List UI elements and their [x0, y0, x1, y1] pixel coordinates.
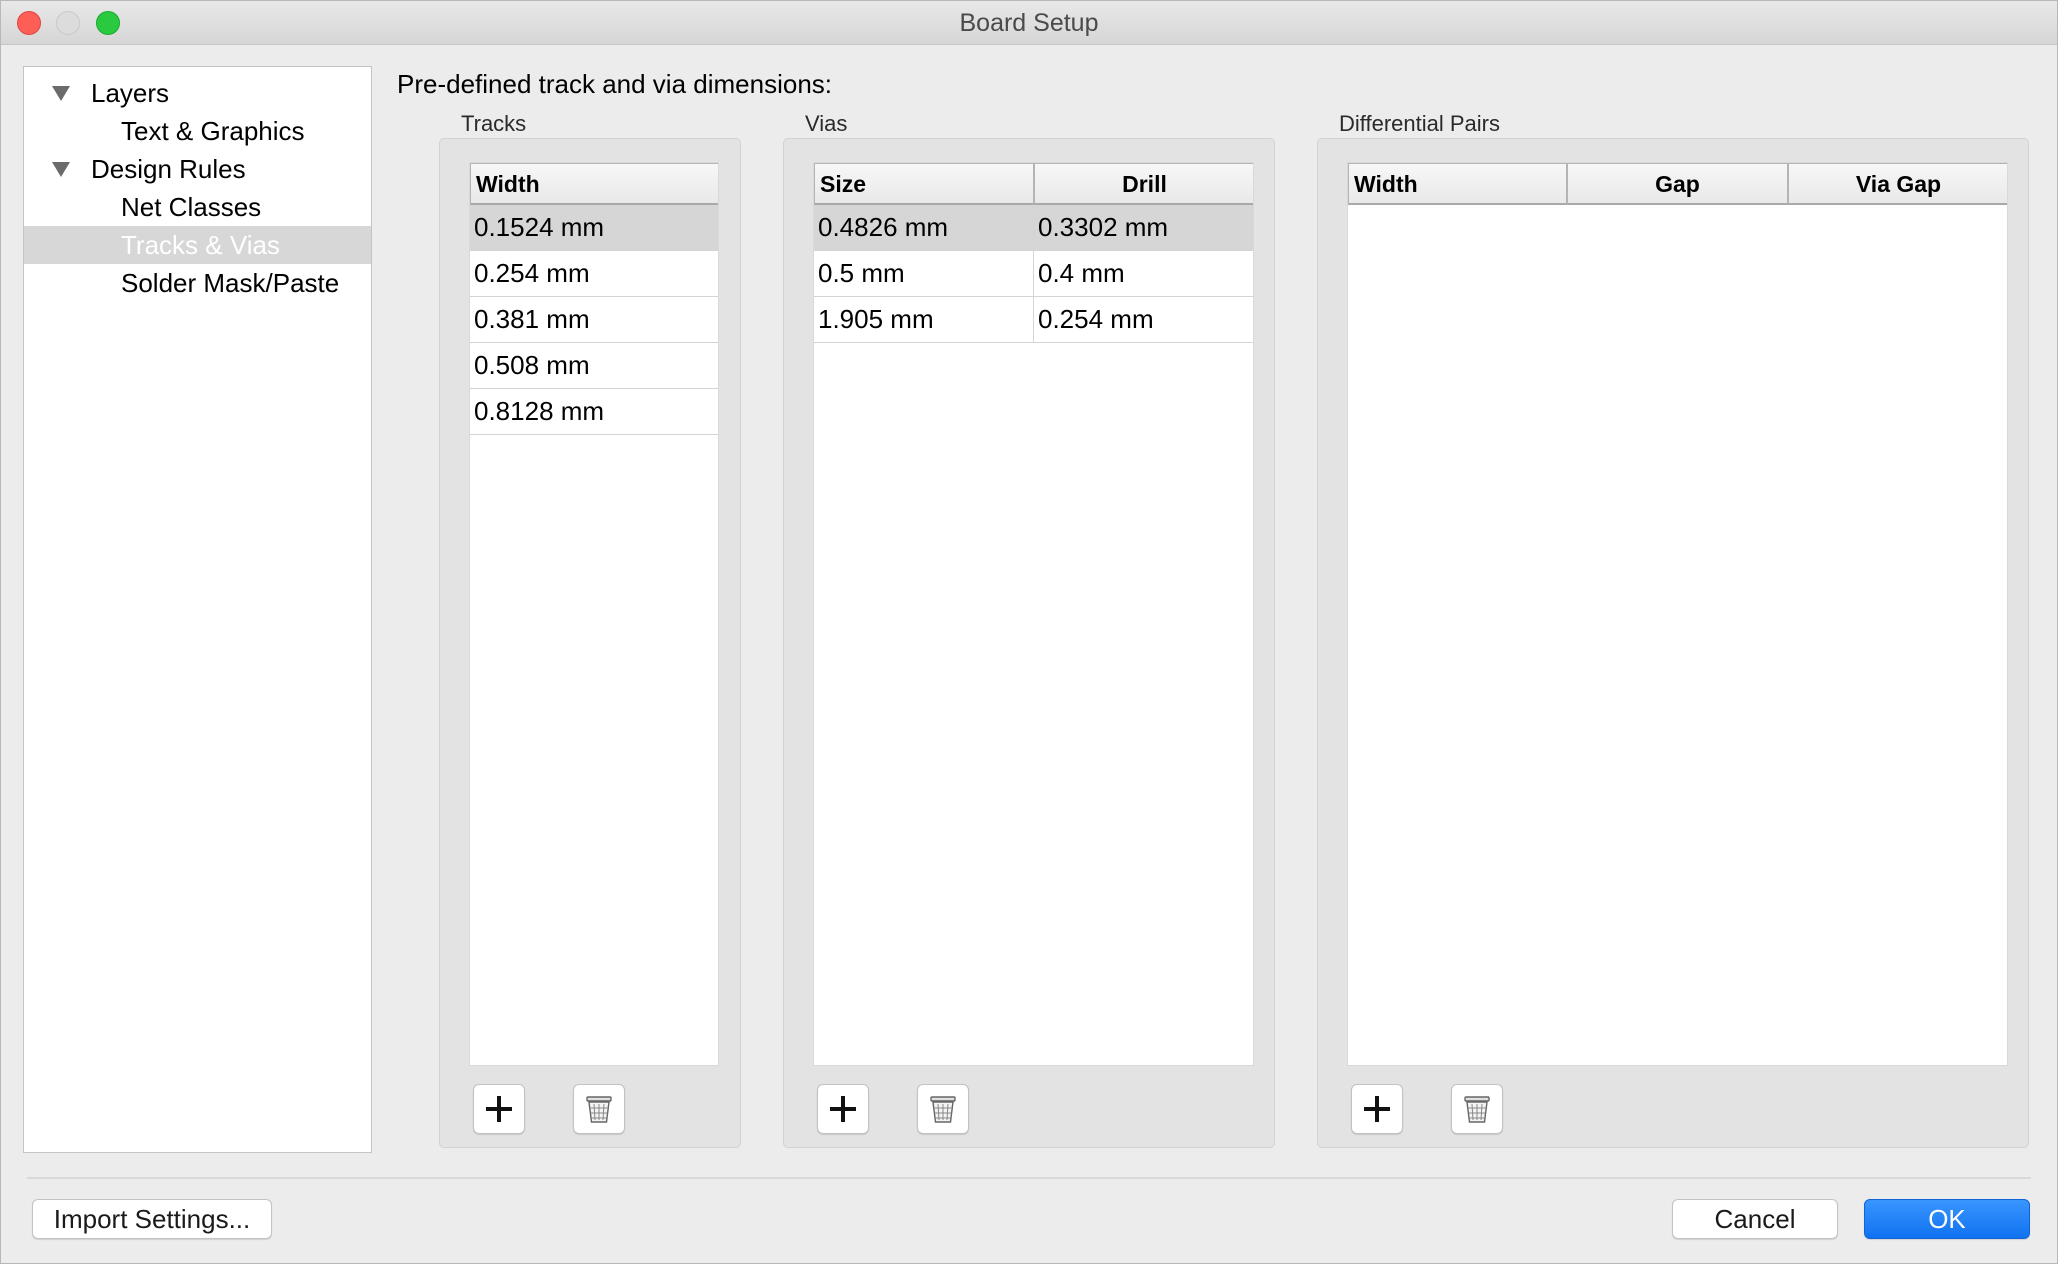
settings-tree: Layers Text & Graphics Design Rules Net … — [23, 66, 372, 1153]
trash-icon — [586, 1096, 612, 1123]
drill-cell[interactable]: 0.3302 mm — [1034, 205, 1253, 251]
size-cell[interactable]: 0.5 mm — [814, 251, 1034, 297]
vias-label: Vias — [805, 111, 848, 136]
tree-item-label: Design Rules — [91, 154, 246, 184]
width-cell[interactable]: 0.254 mm — [470, 251, 718, 297]
table-row[interactable]: 0.508 mm — [470, 343, 718, 389]
plus-icon — [1364, 1096, 1390, 1122]
drill-cell[interactable]: 0.254 mm — [1034, 297, 1253, 343]
plus-icon — [486, 1096, 512, 1122]
table-row[interactable]: 0.8128 mm — [470, 389, 718, 435]
tree-item-net-classes[interactable]: Net Classes — [24, 188, 371, 226]
drill-cell[interactable]: 0.4 mm — [1034, 251, 1253, 297]
tree-item-label: Tracks & Vias — [121, 230, 280, 260]
column-header-size[interactable]: Size — [814, 163, 1034, 205]
column-header-width[interactable]: Width — [1348, 163, 1567, 205]
vias-group: Size Drill 0.4826 mm 0.3302 mm 0.5 mm 0.… — [783, 138, 1275, 1148]
differential-pairs-grid[interactable]: Width Gap Via Gap — [1347, 162, 2008, 1066]
delete-via-button[interactable] — [917, 1084, 969, 1134]
vias-grid-header: Size Drill — [814, 163, 1253, 205]
column-header-width[interactable]: Width — [470, 163, 718, 205]
add-differential-pair-button[interactable] — [1351, 1084, 1403, 1134]
table-row[interactable]: 0.254 mm — [470, 251, 718, 297]
tracks-label: Tracks — [461, 111, 527, 136]
tree-item-text-graphics[interactable]: Text & Graphics — [24, 112, 371, 150]
size-cell[interactable]: 1.905 mm — [814, 297, 1034, 343]
import-settings-button[interactable]: Import Settings... — [32, 1199, 272, 1239]
window-title: Board Setup — [959, 9, 1099, 37]
tree-item-label: Layers — [91, 78, 170, 108]
differential-pairs-group: Width Gap Via Gap — [1317, 138, 2029, 1148]
width-cell[interactable]: 0.381 mm — [470, 297, 718, 343]
table-row[interactable]: 0.1524 mm — [470, 205, 718, 251]
tree-item-tracks-vias[interactable]: Tracks & Vias — [24, 226, 371, 264]
trash-icon — [1464, 1096, 1490, 1123]
vias-grid[interactable]: Size Drill 0.4826 mm 0.3302 mm 0.5 mm 0.… — [813, 162, 1254, 1066]
trash-icon — [930, 1096, 956, 1123]
tracks-grid-header: Width — [470, 163, 718, 205]
table-row[interactable]: 0.381 mm — [470, 297, 718, 343]
tree-item-solder-mask-paste[interactable]: Solder Mask/Paste — [24, 264, 371, 302]
title-bar: Board Setup — [1, 1, 2057, 45]
width-cell[interactable]: 0.8128 mm — [470, 389, 718, 435]
board-setup-dialog: Board Setup Layers Text & Graphics Desig… — [0, 0, 2058, 1264]
tree-item-label: Solder Mask/Paste — [121, 268, 340, 298]
add-track-button[interactable] — [473, 1084, 525, 1134]
disclosure-triangle-icon[interactable] — [52, 162, 70, 177]
tracks-grid[interactable]: Width 0.1524 mm 0.254 mm 0.381 mm 0.508 … — [469, 162, 719, 1066]
tree-item-layers[interactable]: Layers — [24, 74, 371, 112]
delete-differential-pair-button[interactable] — [1451, 1084, 1503, 1134]
tree-item-label: Text & Graphics — [121, 116, 305, 146]
delete-track-button[interactable] — [573, 1084, 625, 1134]
ok-button[interactable]: OK — [1864, 1199, 2030, 1239]
footer-separator — [27, 1177, 2031, 1179]
column-header-via-gap[interactable]: Via Gap — [1788, 163, 2007, 205]
width-cell[interactable]: 0.508 mm — [470, 343, 718, 389]
add-via-button[interactable] — [817, 1084, 869, 1134]
column-header-drill[interactable]: Drill — [1034, 163, 1253, 205]
size-cell[interactable]: 0.4826 mm — [814, 205, 1034, 251]
tree-item-label: Net Classes — [121, 192, 262, 222]
plus-icon — [830, 1096, 856, 1122]
tracks-group: Width 0.1524 mm 0.254 mm 0.381 mm 0.508 … — [439, 138, 741, 1148]
column-header-gap[interactable]: Gap — [1567, 163, 1788, 205]
differential-pairs-label: Differential Pairs — [1339, 111, 1500, 136]
table-row[interactable]: 0.5 mm 0.4 mm — [814, 251, 1253, 297]
differential-pairs-grid-header: Width Gap Via Gap — [1348, 163, 2007, 205]
tree-item-design-rules[interactable]: Design Rules — [24, 150, 371, 188]
cancel-button[interactable]: Cancel — [1672, 1199, 1838, 1239]
table-row[interactable]: 0.4826 mm 0.3302 mm — [814, 205, 1253, 251]
page-heading: Pre-defined track and via dimensions: — [397, 69, 833, 99]
disclosure-triangle-icon[interactable] — [52, 86, 70, 101]
table-row[interactable]: 1.905 mm 0.254 mm — [814, 297, 1253, 343]
width-cell[interactable]: 0.1524 mm — [470, 205, 718, 251]
